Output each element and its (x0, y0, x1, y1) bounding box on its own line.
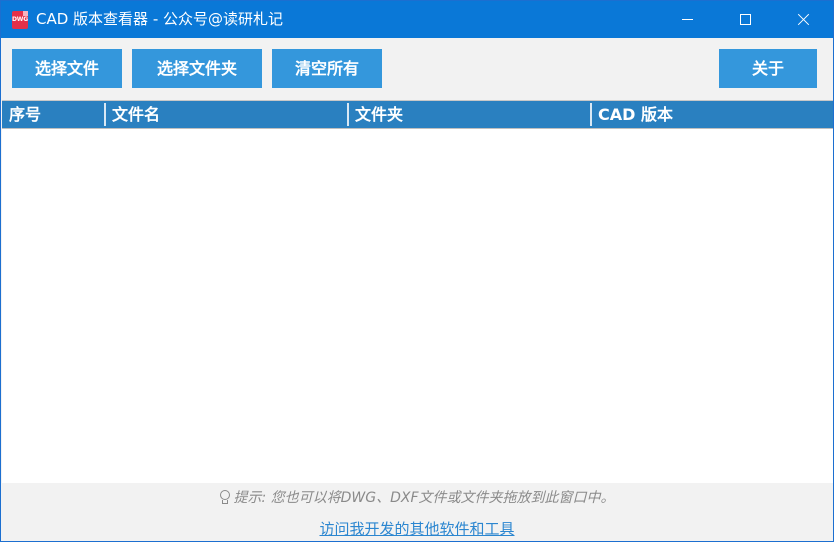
minimize-icon (682, 19, 693, 20)
clear-all-button[interactable]: 清空所有 (272, 49, 382, 88)
about-button[interactable]: 关于 (719, 49, 817, 88)
file-list-table[interactable]: 序号 文件名 文件夹 CAD 版本 (2, 100, 833, 483)
footer: 提示: 您也可以将DWG、DXF文件或文件夹拖放到此窗口中。 访问我开发的其他软… (1, 483, 833, 541)
table-header: 序号 文件名 文件夹 CAD 版本 (2, 101, 833, 129)
drag-drop-hint: 提示: 您也可以将DWG、DXF文件或文件夹拖放到此窗口中。 (1, 487, 833, 507)
close-icon (797, 13, 810, 26)
lightbulb-icon (219, 490, 231, 504)
select-folder-button[interactable]: 选择文件夹 (132, 49, 262, 88)
maximize-icon (740, 14, 751, 25)
table-body[interactable] (2, 129, 833, 483)
minimize-button[interactable] (658, 1, 716, 38)
select-files-button[interactable]: 选择文件 (12, 49, 122, 88)
column-divider[interactable] (590, 103, 592, 126)
column-header-filename[interactable]: 文件名 (105, 101, 348, 128)
maximize-button[interactable] (716, 1, 774, 38)
close-button[interactable] (774, 1, 832, 38)
other-software-link[interactable]: 访问我开发的其他软件和工具 (1, 518, 833, 539)
column-header-folder[interactable]: 文件夹 (348, 101, 591, 128)
hint-text: 提示: 您也可以将DWG、DXF文件或文件夹拖放到此窗口中。 (233, 490, 615, 506)
column-divider[interactable] (104, 103, 106, 126)
toolbar: 选择文件 选择文件夹 清空所有 关于 (1, 38, 833, 98)
dwg-app-icon: DWG (12, 11, 28, 29)
column-header-index[interactable]: 序号 (2, 101, 105, 128)
app-window: DWG CAD 版本查看器 - 公众号@读研札记 选择文件 选择文件夹 清空所有… (0, 0, 834, 542)
title-bar[interactable]: DWG CAD 版本查看器 - 公众号@读研札记 (1, 1, 833, 38)
column-divider[interactable] (347, 103, 349, 126)
column-header-cad-version[interactable]: CAD 版本 (591, 101, 833, 128)
window-title: CAD 版本查看器 - 公众号@读研札记 (36, 10, 284, 28)
